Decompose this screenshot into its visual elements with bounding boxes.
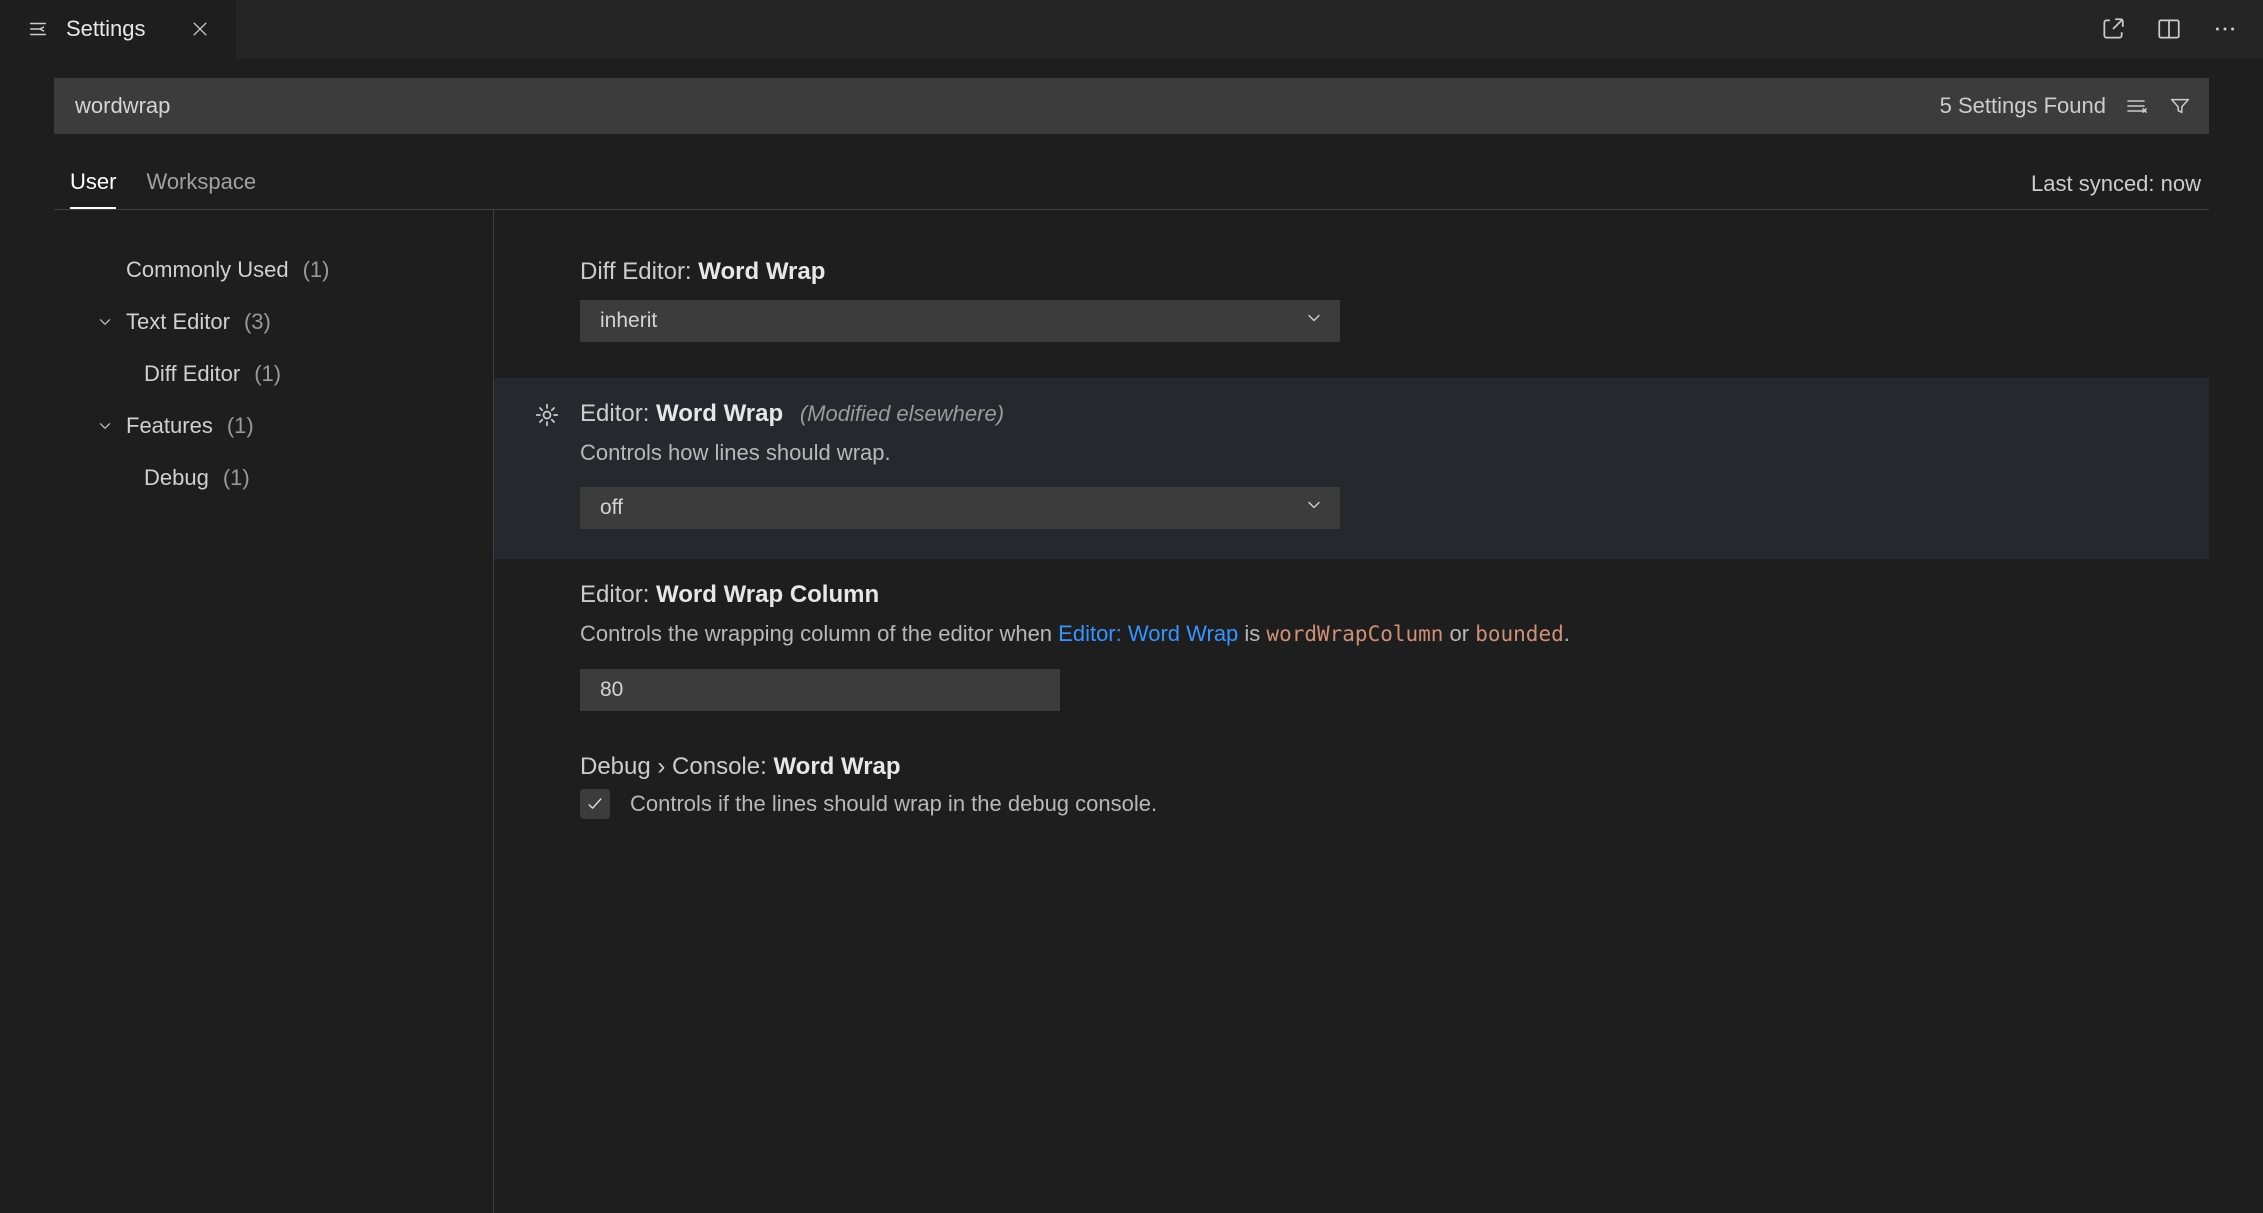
tree-label: Text Editor <box>126 309 230 335</box>
setting-editor-word-wrap-column: Editor: Word Wrap Column Controls the wr… <box>494 567 2209 739</box>
scope-row: User Workspace Last synced: now <box>54 160 2209 210</box>
filter-icon[interactable] <box>2166 92 2194 120</box>
tree-count: (3) <box>244 309 271 335</box>
scope-tabs: User Workspace <box>54 169 256 209</box>
setting-title-prefix: Debug › Console: <box>580 753 773 780</box>
tab-bar-left: Settings <box>0 0 236 58</box>
search-count-label: 5 Settings Found <box>1940 93 2106 119</box>
tree-item-debug[interactable]: Debug (1) <box>54 452 493 504</box>
tab-settings[interactable]: Settings <box>0 0 236 58</box>
setting-title: Diff Editor: Word Wrap <box>580 258 2179 286</box>
setting-title: Editor: Word Wrap (Modified elsewhere) <box>580 400 2179 428</box>
sync-status: Last synced: now <box>2031 171 2209 209</box>
tree-count: (1) <box>303 257 330 283</box>
desc-link[interactable]: Editor: Word Wrap <box>1058 621 1238 646</box>
desc-code: wordWrapColumn <box>1266 622 1443 646</box>
diff-word-wrap-select[interactable]: inherit <box>580 300 1340 342</box>
tree-item-diff-editor[interactable]: Diff Editor (1) <box>54 348 493 400</box>
setting-title-prefix: Editor: <box>580 400 656 427</box>
search-row: 5 Settings Found <box>0 58 2263 134</box>
setting-editor-word-wrap: Editor: Word Wrap (Modified elsewhere) C… <box>494 378 2209 559</box>
split-editor-icon[interactable] <box>2155 15 2183 43</box>
setting-title-name: Word Wrap <box>773 753 900 780</box>
chevron-down-icon <box>1304 308 1324 334</box>
open-settings-json-icon[interactable] <box>2099 15 2127 43</box>
scope-tab-user[interactable]: User <box>70 169 116 209</box>
tab-bar: Settings <box>0 0 2263 58</box>
close-tab-icon[interactable] <box>186 15 214 43</box>
tree-count: (1) <box>254 361 281 387</box>
search-box: 5 Settings Found <box>54 78 2209 134</box>
setting-debug-console-word-wrap: Debug › Console: Word Wrap Controls if t… <box>494 739 2209 847</box>
desc-code: bounded <box>1475 622 1564 646</box>
setting-description: Controls the wrapping column of the edit… <box>580 617 2179 651</box>
setting-title-prefix: Diff Editor: <box>580 258 698 285</box>
desc-text: Controls the wrapping column of the edit… <box>580 621 1058 646</box>
scope-tab-workspace[interactable]: Workspace <box>146 169 256 209</box>
word-wrap-column-input[interactable]: 80 <box>580 669 1060 711</box>
settings-body: Commonly Used (1) Text Editor (3) Diff E… <box>54 210 2209 1213</box>
more-actions-icon[interactable] <box>2211 15 2239 43</box>
tab-label: Settings <box>66 16 146 42</box>
search-right: 5 Settings Found <box>1940 92 2194 120</box>
setting-description: Controls if the lines should wrap in the… <box>630 791 1157 817</box>
tree-item-commonly-used[interactable]: Commonly Used (1) <box>54 244 493 296</box>
tab-bar-actions <box>2099 0 2263 58</box>
settings-list: Diff Editor: Word Wrap inherit Editor: W… <box>494 210 2209 1213</box>
setting-description: Controls how lines should wrap. <box>580 436 2179 469</box>
chevron-down-icon <box>94 313 116 331</box>
setting-title: Editor: Word Wrap Column <box>580 581 2179 609</box>
tree-label: Diff Editor <box>144 361 240 387</box>
settings-tab-icon <box>24 15 52 43</box>
desc-text: . <box>1564 621 1570 646</box>
gear-icon[interactable] <box>534 402 560 434</box>
setting-title-name: Word Wrap Column <box>656 581 879 608</box>
modified-elsewhere-badge: (Modified elsewhere) <box>800 401 1004 426</box>
settings-tree: Commonly Used (1) Text Editor (3) Diff E… <box>54 210 494 1213</box>
setting-diff-editor-word-wrap: Diff Editor: Word Wrap inherit <box>494 244 2209 370</box>
clear-search-icon[interactable] <box>2122 92 2150 120</box>
setting-checkbox-row: Controls if the lines should wrap in the… <box>580 789 2179 819</box>
tree-label: Debug <box>144 465 209 491</box>
tree-label: Commonly Used <box>126 257 289 283</box>
input-value: 80 <box>600 678 623 702</box>
setting-title: Debug › Console: Word Wrap <box>580 753 2179 781</box>
setting-title-name: Word Wrap <box>656 400 783 427</box>
search-input[interactable] <box>75 93 1940 119</box>
desc-text: or <box>1443 621 1475 646</box>
tree-label: Features <box>126 413 213 439</box>
desc-text: is <box>1238 621 1266 646</box>
editor-word-wrap-select[interactable]: off <box>580 487 1340 529</box>
chevron-down-icon <box>1304 495 1324 521</box>
select-value: inherit <box>600 309 657 333</box>
select-value: off <box>600 496 623 520</box>
setting-title-prefix: Editor: <box>580 581 656 608</box>
tree-item-features[interactable]: Features (1) <box>54 400 493 452</box>
tree-count: (1) <box>227 413 254 439</box>
chevron-down-icon <box>94 417 116 435</box>
tree-item-text-editor[interactable]: Text Editor (3) <box>54 296 493 348</box>
debug-word-wrap-checkbox[interactable] <box>580 789 610 819</box>
setting-title-name: Word Wrap <box>698 258 825 285</box>
tree-count: (1) <box>223 465 250 491</box>
